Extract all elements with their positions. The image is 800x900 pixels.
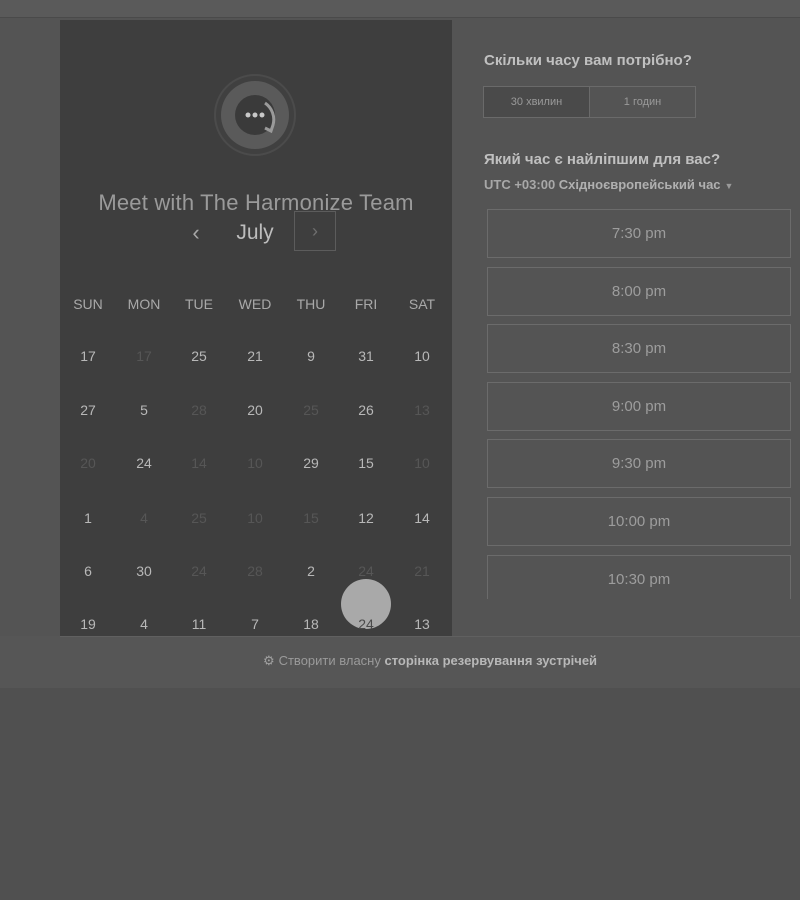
calendar-day[interactable]: 19 bbox=[60, 614, 116, 634]
calendar-day[interactable]: 24 bbox=[116, 453, 172, 473]
calendar-day[interactable]: 17 bbox=[60, 346, 116, 366]
calendar-day: 21 bbox=[414, 563, 430, 579]
time-slot-button[interactable]: 9:00 pm bbox=[487, 381, 791, 431]
top-bar bbox=[0, 0, 800, 18]
duration-selector: 30 хвилин 1 годин bbox=[483, 86, 696, 118]
next-month-button[interactable]: › bbox=[294, 211, 336, 251]
calendar-day: 13 bbox=[414, 402, 430, 418]
calendar-day[interactable]: 21 bbox=[227, 346, 283, 366]
create-booking-page-link[interactable]: сторінка резервування зустрічей bbox=[384, 653, 597, 668]
weekday-sat: SAT bbox=[408, 296, 436, 312]
timezone-selector[interactable]: UTC +03:00 Східноєвропейський час ▼ bbox=[484, 177, 733, 192]
calendar-day[interactable]: 1 bbox=[60, 508, 116, 528]
time-slot-button[interactable]: 10:30 pm bbox=[487, 554, 791, 599]
time-slot-button[interactable]: 9:30 pm bbox=[487, 439, 791, 489]
calendar-day[interactable]: 2 bbox=[283, 561, 339, 581]
calendar-day: 10 bbox=[414, 455, 430, 471]
calendar-day[interactable]: 9 bbox=[283, 346, 339, 366]
calendar-day: 15 bbox=[303, 510, 319, 526]
weekday-tue: TUE bbox=[185, 296, 213, 312]
timezone-name: Східноєвропейський час bbox=[558, 177, 721, 192]
calendar-day: 24 bbox=[358, 563, 374, 579]
calendar-day: 17 bbox=[136, 348, 152, 364]
calendar-day[interactable]: 29 bbox=[283, 453, 339, 473]
month-label: July bbox=[236, 221, 274, 244]
prev-month-button[interactable]: ‹ bbox=[180, 216, 212, 250]
calendar-day: 25 bbox=[191, 510, 207, 526]
time-slot-button[interactable]: 10:00 pm bbox=[487, 497, 791, 546]
calendar-day[interactable]: 12 bbox=[338, 508, 394, 528]
calendar-day: 25 bbox=[303, 402, 319, 418]
weekday-wed: WED bbox=[238, 296, 272, 312]
timezone-offset: UTC +03:00 bbox=[484, 177, 556, 192]
time-slot-button[interactable]: 8:00 pm bbox=[487, 266, 791, 316]
calendar-day: 28 bbox=[247, 563, 263, 579]
hubspot-sprocket-icon: ⚙ bbox=[262, 653, 275, 668]
calendar-day[interactable]: 4 bbox=[116, 614, 172, 634]
footer-text: ⚙ Створити власну сторінка резервування з… bbox=[60, 653, 800, 669]
calendar-day[interactable]: 7 bbox=[227, 614, 283, 634]
calendar-day[interactable]: 14 bbox=[394, 508, 450, 528]
caret-down-icon: ▼ bbox=[724, 181, 734, 191]
weekday-mon: MON bbox=[127, 296, 161, 312]
calendar-day: 10 bbox=[247, 510, 263, 526]
calendar-day: 28 bbox=[191, 402, 207, 418]
calendar-day[interactable]: 13 bbox=[394, 614, 450, 634]
calendar-day[interactable]: 11 bbox=[171, 614, 227, 634]
time-question: Який час є найліпшим для вас? bbox=[484, 151, 721, 168]
calendar-day: 20 bbox=[80, 455, 96, 471]
duration-option-1-hour[interactable]: 1 годин bbox=[589, 87, 695, 117]
calendar-day[interactable]: 18 bbox=[283, 614, 339, 634]
calendar-day-selected[interactable]: 24 bbox=[338, 614, 394, 634]
calendar-day[interactable]: 27 bbox=[60, 400, 116, 420]
time-slot-button[interactable]: 8:30 pm bbox=[487, 324, 791, 374]
calendar-panel: Meet with The Harmonize Team ‹ July › SU… bbox=[60, 20, 452, 636]
time-slot-list[interactable]: 7:30 pm 8:00 pm 8:30 pm 9:00 pm 9:30 pm 10:00… bbox=[487, 209, 792, 599]
calendar-day[interactable]: 31 bbox=[338, 346, 394, 366]
footer-bar: ⚙ Створити власну сторінка резервування з… bbox=[60, 636, 800, 686]
calendar-day[interactable]: 30 bbox=[116, 561, 172, 581]
duration-question: Скільки часу вам потрібно? bbox=[484, 52, 692, 69]
weekday-sun: SUN bbox=[73, 296, 103, 312]
avatar bbox=[221, 81, 289, 149]
time-slot-button[interactable]: 7:30 pm bbox=[487, 209, 791, 258]
calendar-day: 24 bbox=[191, 563, 207, 579]
calendar-day[interactable]: 15 bbox=[338, 453, 394, 473]
calendar-day[interactable]: 10 bbox=[394, 346, 450, 366]
chat-bubble-icon bbox=[235, 95, 276, 135]
footer-prefix: Створити власну bbox=[278, 653, 381, 668]
calendar-day[interactable]: 26 bbox=[338, 400, 394, 420]
calendar-day[interactable]: 6 bbox=[60, 561, 116, 581]
meeting-title: Meet with The Harmonize Team bbox=[98, 190, 414, 215]
weekday-thu: THU bbox=[296, 296, 326, 312]
weekday-fri: FRI bbox=[354, 296, 378, 312]
calendar-day[interactable]: 25 bbox=[171, 346, 227, 366]
calendar-day[interactable]: 20 bbox=[227, 400, 283, 420]
calendar-day[interactable]: 5 bbox=[116, 400, 172, 420]
duration-option-30-min[interactable]: 30 хвилин bbox=[484, 87, 589, 117]
calendar-day: 14 bbox=[191, 455, 207, 471]
calendar-day: 10 bbox=[247, 455, 263, 471]
calendar-day: 4 bbox=[140, 510, 148, 526]
